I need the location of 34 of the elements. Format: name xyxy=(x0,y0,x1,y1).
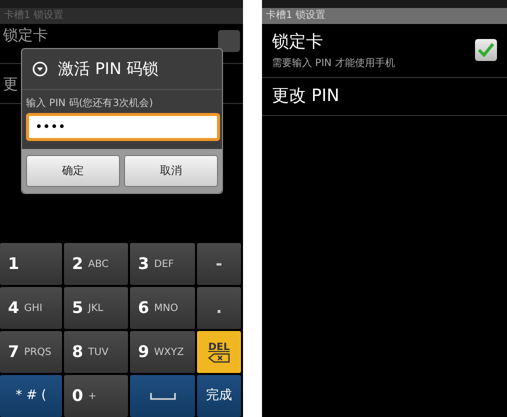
key[interactable]: 8 TUV xyxy=(64,331,128,373)
pin-field[interactable]: •••• xyxy=(26,113,220,141)
list-item[interactable]: 更改 PIN xyxy=(262,78,507,116)
item-subtitle: 需要输入 PIN 才能使用手机 xyxy=(272,56,395,70)
space-key[interactable] xyxy=(130,375,195,417)
item-title: 更 xyxy=(3,74,18,92)
checkbox[interactable] xyxy=(475,39,497,62)
title-bar: 卡槽1 锁设置 xyxy=(0,8,243,24)
key[interactable]: 4 GHI xyxy=(0,287,62,329)
key[interactable]: 7 PRQS xyxy=(0,331,62,373)
item-title: 锁定卡 xyxy=(3,26,48,44)
key[interactable]: 2 ABC xyxy=(64,243,128,285)
dialog-button[interactable]: 取消 xyxy=(124,155,218,187)
key[interactable]: - xyxy=(197,243,241,285)
delete-key[interactable]: DEL xyxy=(197,331,241,373)
done-key[interactable]: 完成 xyxy=(197,375,241,417)
title-bar: 卡槽1 锁设置 xyxy=(262,8,507,24)
key[interactable]: 3 DEF xyxy=(130,243,195,285)
backspace-icon xyxy=(208,352,230,362)
checkbox[interactable] xyxy=(218,30,240,52)
item-title: 更改 PIN xyxy=(272,84,340,108)
key[interactable]: . xyxy=(197,287,241,329)
dropdown-icon xyxy=(32,61,48,77)
key[interactable]: 1 xyxy=(0,243,62,285)
key[interactable]: 9 WXYZ xyxy=(130,331,195,373)
item-title: 锁定卡 xyxy=(272,31,324,54)
field-label: 输入 PIN 码(您还有3次机会) xyxy=(25,96,154,111)
key[interactable]: * # ( xyxy=(0,375,62,417)
key[interactable]: 5 JKL xyxy=(64,287,128,329)
key[interactable]: 0 + xyxy=(64,375,128,417)
dialog-button[interactable]: 确定 xyxy=(26,155,120,187)
key[interactable]: 6 MNO xyxy=(130,287,195,329)
space-bar-icon xyxy=(150,392,176,400)
list-item[interactable]: 锁定卡 需要输入 PIN 才能使用手机 xyxy=(262,24,507,78)
